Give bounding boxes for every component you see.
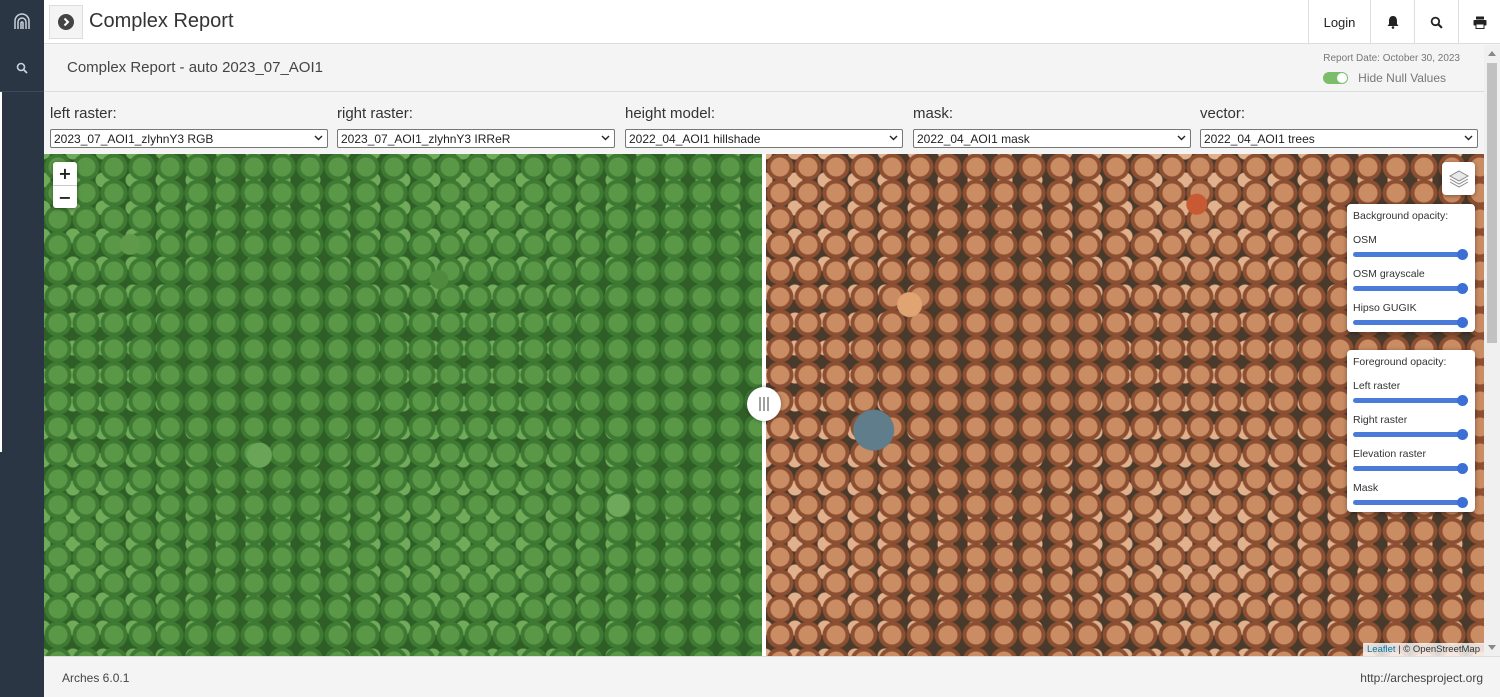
osm-grayscale-slider-label: OSM grayscale [1353, 268, 1425, 280]
search-icon [1430, 16, 1443, 29]
osm-grayscale-slider[interactable] [1353, 286, 1463, 291]
sidebar-toggle-button[interactable] [49, 5, 83, 39]
mask-select[interactable]: 2022_04_AOI1 mask [913, 129, 1191, 148]
right-raster-value: 2023_07_AOI1_zlyhnY3 IRReR [341, 132, 511, 146]
nav-edge [0, 92, 2, 452]
layers-button[interactable] [1442, 162, 1475, 195]
zoom-in-button[interactable]: + [53, 162, 77, 185]
osm-slider-row: OSM [1353, 230, 1469, 264]
report-date: Report Date: October 30, 2023 [1323, 53, 1460, 64]
osm-slider[interactable] [1353, 252, 1463, 257]
height-model-label: height model: [625, 105, 716, 122]
left-raster-slider[interactable] [1353, 398, 1463, 403]
map-view[interactable]: + − Background opacity: OSM OSM grayscal… [44, 154, 1484, 656]
right-raster-slider[interactable] [1353, 432, 1463, 437]
arches-site-link[interactable]: http://archesproject.org [1360, 671, 1483, 685]
chevron-down-icon [889, 135, 898, 141]
mask-slider-handle[interactable] [1457, 497, 1468, 508]
elevation-raster-slider-handle[interactable] [1457, 463, 1468, 474]
left-nav [0, 0, 44, 697]
report-title: Complex Report - auto 2023_07_AOI1 [67, 59, 323, 76]
hide-null-label: Hide Null Values [1358, 71, 1446, 85]
leaflet-link[interactable]: Leaflet [1367, 644, 1396, 655]
footer: Arches 6.0.1 http://archesproject.org [44, 656, 1500, 697]
print-button[interactable] [1458, 0, 1500, 44]
chevron-down-icon [1177, 135, 1186, 141]
hide-null-toggle[interactable]: Hide Null Values [1323, 71, 1446, 85]
osm-slider-handle[interactable] [1457, 249, 1468, 260]
elevation-raster-slider-label: Elevation raster [1353, 448, 1426, 460]
left-raster-slider-row: Left raster [1353, 376, 1469, 410]
version-text: Arches 6.0.1 [62, 671, 130, 685]
left-raster-slider-handle[interactable] [1457, 395, 1468, 406]
notifications-button[interactable] [1370, 0, 1414, 44]
top-bar: Complex Report Login [44, 0, 1500, 44]
osm-grayscale-slider-row: OSM grayscale [1353, 264, 1469, 298]
right-raster-label: right raster: [337, 105, 413, 122]
right-raster-slider-handle[interactable] [1457, 429, 1468, 440]
arches-logo-icon[interactable] [0, 0, 44, 44]
osm-slider-label: OSM [1353, 234, 1377, 246]
zoom-out-button[interactable]: − [53, 185, 77, 208]
background-opacity-title: Background opacity: [1353, 210, 1449, 222]
left-raster-map-pane[interactable] [44, 154, 762, 656]
osm-grayscale-slider-handle[interactable] [1457, 283, 1468, 294]
chevron-down-icon [601, 135, 610, 141]
layer-selectors: left raster: 2023_07_AOI1_zlyhnY3 RGB ri… [44, 93, 1484, 153]
right-raster-slider-row: Right raster [1353, 410, 1469, 444]
map-attribution: Leaflet | © OpenStreetMap [1363, 643, 1484, 656]
zoom-control: + − [53, 162, 77, 208]
foreground-opacity-title: Foreground opacity: [1353, 356, 1447, 368]
mask-value: 2022_04_AOI1 mask [917, 132, 1030, 146]
login-button[interactable]: Login [1308, 0, 1370, 44]
hipso-slider-row: Hipso GUGIK [1353, 298, 1469, 332]
nav-search-icon[interactable] [0, 44, 44, 92]
left-raster-slider-label: Left raster [1353, 380, 1401, 392]
right-raster-slider-label: Right raster [1353, 414, 1408, 426]
scroll-up-icon[interactable] [1488, 51, 1496, 56]
scroll-down-icon[interactable] [1488, 645, 1496, 650]
osm-attribution: © OpenStreetMap [1403, 644, 1480, 655]
swipe-handle[interactable] [747, 387, 781, 421]
foreground-opacity-panel: Foreground opacity: Left raster Right ra… [1347, 350, 1475, 512]
scrollbar-thumb[interactable] [1487, 63, 1497, 343]
mask-label: mask: [913, 105, 954, 122]
vector-label: vector: [1200, 105, 1246, 122]
app-title: Complex Report [89, 10, 234, 32]
elevation-raster-slider-row: Elevation raster [1353, 444, 1469, 478]
chevron-down-icon [314, 135, 323, 141]
report-header: Complex Report - auto 2023_07_AOI1 Repor… [44, 45, 1500, 92]
mask-slider-label: Mask [1353, 482, 1379, 494]
chevron-right-icon [58, 14, 74, 30]
hide-null-switch[interactable] [1323, 72, 1349, 84]
left-raster-label: left raster: [50, 105, 117, 122]
drag-handle-icon [759, 397, 769, 411]
layers-icon [1448, 169, 1469, 188]
page-scrollbar[interactable] [1484, 45, 1500, 656]
right-raster-select[interactable]: 2023_07_AOI1_zlyhnY3 IRReR [337, 129, 615, 148]
mask-slider-row: Mask [1353, 478, 1469, 512]
search-button[interactable] [1414, 0, 1458, 44]
hipso-slider-label: Hipso GUGIK [1353, 302, 1417, 314]
vector-select[interactable]: 2022_04_AOI1 trees [1200, 129, 1478, 148]
hipso-slider[interactable] [1353, 320, 1463, 325]
bell-icon [1387, 16, 1398, 29]
height-model-value: 2022_04_AOI1 hillshade [629, 132, 761, 146]
elevation-raster-slider[interactable] [1353, 466, 1463, 471]
hipso-slider-handle[interactable] [1457, 317, 1468, 328]
chevron-down-icon [1464, 135, 1473, 141]
mask-slider[interactable] [1353, 500, 1463, 505]
vector-value: 2022_04_AOI1 trees [1204, 132, 1315, 146]
height-model-select[interactable]: 2022_04_AOI1 hillshade [625, 129, 903, 148]
print-icon [1473, 16, 1486, 29]
background-opacity-panel: Background opacity: OSM OSM grayscale Hi… [1347, 204, 1475, 332]
left-raster-value: 2023_07_AOI1_zlyhnY3 RGB [54, 132, 214, 146]
left-raster-select[interactable]: 2023_07_AOI1_zlyhnY3 RGB [50, 129, 328, 148]
